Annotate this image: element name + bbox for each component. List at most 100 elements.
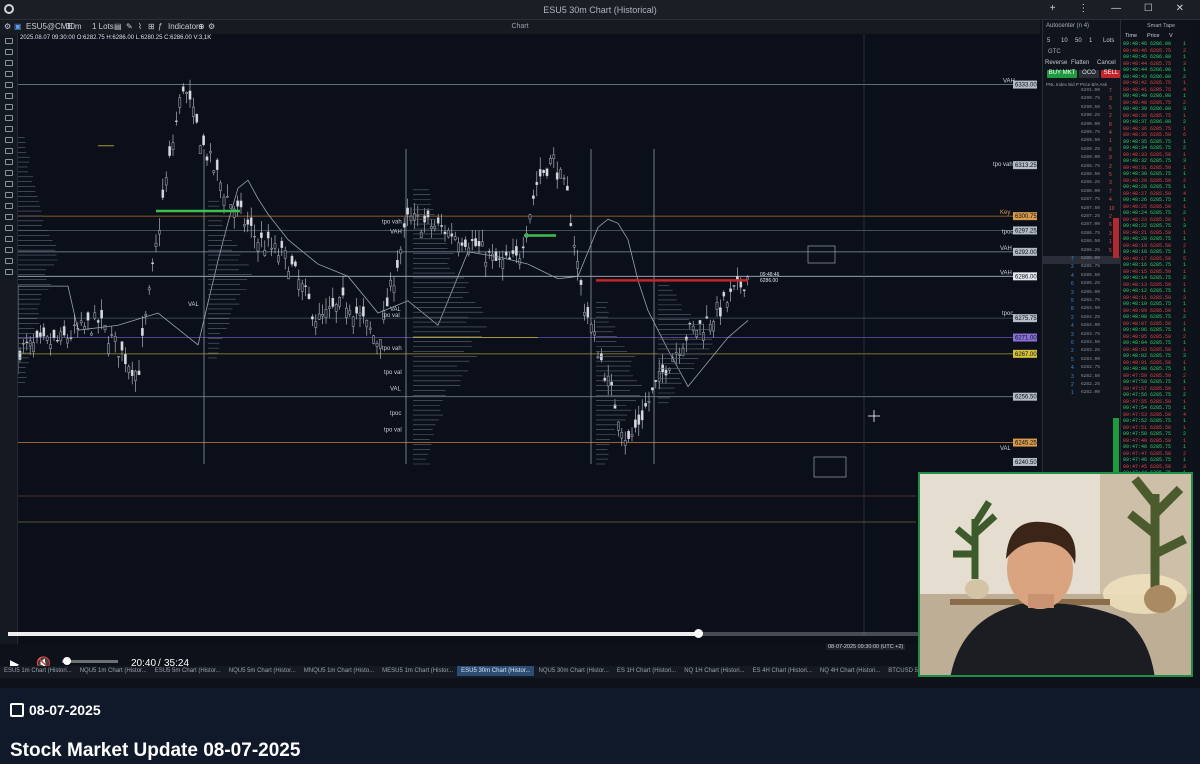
buy-market-button[interactable]: BUY MKT: [1047, 70, 1077, 78]
dom-price: 6290.25: [1081, 113, 1100, 119]
chart-tab[interactable]: MNQU5 1m Chart (Histo...: [300, 666, 378, 676]
dom-row[interactable]: 6289.00 9: [1043, 155, 1121, 163]
rect-tool-icon[interactable]: [4, 104, 13, 110]
tape-volume: 1: [1183, 216, 1187, 223]
dom-row[interactable]: 6283.75 3: [1043, 332, 1121, 340]
qty-button[interactable]: 10: [1061, 38, 1068, 44]
video-progress-bar[interactable]: [8, 629, 918, 638]
chart-tab[interactable]: NQU5 30m Chart (Histor...: [534, 666, 612, 676]
dom-ladder[interactable]: 6291.00 7 6290.75 3 6290.50 5 6290.25 2 6290.00 8…: [1043, 88, 1121, 480]
price-chart[interactable]: 2025.08.07 09:30:00 O:6282.75 H:6286.00 …: [18, 34, 1040, 644]
dom-row[interactable]: 6285.00 3: [1043, 290, 1121, 298]
dom-row[interactable]: 6282.25 2: [1043, 382, 1121, 390]
magnet-tool-icon[interactable]: [4, 181, 13, 187]
chart-tab[interactable]: BTCUSD 5m Chart (Histo...: [884, 666, 918, 676]
qty-button[interactable]: Lots: [1103, 38, 1114, 44]
dom-row[interactable]: 6290.50 5: [1043, 105, 1121, 113]
dom-row[interactable]: 6287.75 4: [1043, 197, 1121, 205]
qty-button[interactable]: 5: [1047, 38, 1050, 44]
qty-button[interactable]: 50: [1075, 38, 1082, 44]
drawing-tools-sidebar[interactable]: [0, 34, 18, 644]
chart-canvas[interactable]: 6333.00 6313.25 6300.75 6297.25 6292.00 6286.…: [18, 34, 1040, 644]
dom-row[interactable]: 6287.50 10: [1043, 206, 1121, 214]
oco-button[interactable]: OCO: [1079, 70, 1099, 78]
dom-row[interactable]: 6289.50 1: [1043, 138, 1121, 146]
chart-tab[interactable]: ES 1H Chart (Histori...: [613, 666, 680, 676]
dom-row[interactable]: 6285.75 2: [1043, 264, 1121, 272]
text-tool-icon[interactable]: [4, 126, 13, 132]
chart-tab[interactable]: MESU5 1m Chart (Histor...: [378, 666, 457, 676]
crosshair-tool-icon[interactable]: [4, 49, 13, 55]
dom-row[interactable]: 6284.50 8: [1043, 306, 1121, 314]
dom-row[interactable]: 6289.75 4: [1043, 130, 1121, 138]
dom-row[interactable]: 6288.75 2: [1043, 164, 1121, 172]
pin-tool-icon[interactable]: [4, 236, 13, 242]
sell-market-button[interactable]: SELL: [1101, 70, 1121, 78]
tape-list[interactable]: 09:48:46 6286.00 1 09:48:46 6285.75 2 09:48:…: [1123, 41, 1193, 477]
video-scrubber-handle[interactable]: [693, 629, 703, 638]
chart-tab[interactable]: ESU5 1m Chart (Histori...: [0, 666, 76, 676]
line-tool-icon[interactable]: [4, 60, 13, 66]
qty-button[interactable]: 1: [1089, 38, 1092, 44]
dom-row[interactable]: 6291.00 7: [1043, 88, 1121, 96]
dom-row[interactable]: 6285.25 6: [1043, 281, 1121, 289]
dom-row[interactable]: 6283.25 2: [1043, 348, 1121, 356]
dom-row[interactable]: 6288.50 5: [1043, 172, 1121, 180]
dom-row[interactable]: 6287.00 6: [1043, 222, 1121, 230]
dom-row[interactable]: 6286.75 3: [1043, 231, 1121, 239]
volume-handle[interactable]: [63, 657, 71, 665]
eye-tool-icon[interactable]: [4, 203, 13, 209]
lock-tool-icon[interactable]: [4, 192, 13, 198]
vline-tool-icon[interactable]: [4, 93, 13, 99]
chart-tab[interactable]: ESU5 30m Chart (Histor...: [457, 666, 535, 676]
tif-selector[interactable]: GTC: [1048, 49, 1061, 55]
brush-tool-icon[interactable]: [4, 159, 13, 165]
cursor-tool-icon[interactable]: [4, 38, 13, 44]
chart-tab[interactable]: NQ 1H Chart (Histori...: [680, 666, 748, 676]
dom-row[interactable]: 6286.25 5: [1043, 248, 1121, 256]
dom-row[interactable]: 6282.00 1: [1043, 390, 1121, 398]
more-tool-icon[interactable]: [4, 269, 13, 275]
window-controls[interactable]: + ⋮ — ☐ ✕: [1050, 3, 1194, 14]
chart-tab[interactable]: NQ 4H Chart (Histori...: [816, 666, 884, 676]
hline-tool-icon[interactable]: [4, 82, 13, 88]
dom-row[interactable]: 6290.25 2: [1043, 113, 1121, 121]
arrow-tool-icon[interactable]: [4, 137, 13, 143]
dom-row[interactable]: 6284.25 2: [1043, 315, 1121, 323]
dom-row[interactable]: 6290.75 3: [1043, 96, 1121, 104]
note-tool-icon[interactable]: [4, 258, 13, 264]
profile-tool-icon[interactable]: [4, 225, 13, 231]
chart-tab[interactable]: ES 4H Chart (Histori...: [749, 666, 816, 676]
dom-row[interactable]: 6282.50 3: [1043, 374, 1121, 382]
dom-row[interactable]: 6285.50 4: [1043, 273, 1121, 281]
measure-tool-icon[interactable]: [4, 148, 13, 154]
ray-tool-icon[interactable]: [4, 71, 13, 77]
video-player[interactable]: ESU5 30m Chart (Historical) + ⋮ — ☐ ✕ ⚙ …: [0, 0, 1200, 688]
dom-panel[interactable]: Autocenter (n 4) GTC 5 10 50 1 Lots Reverse F…: [1042, 20, 1121, 480]
dom-row[interactable]: 6283.00 5: [1043, 357, 1121, 365]
candle-body: [715, 302, 719, 310]
dom-row[interactable]: 6287.25 2: [1043, 214, 1121, 222]
dom-row[interactable]: 6282.75 4: [1043, 365, 1121, 373]
fib-tool-icon[interactable]: [4, 115, 13, 121]
dom-row[interactable]: 6286.00 7: [1043, 256, 1121, 264]
chart-tab[interactable]: NQU5 1m Chart (Histor...: [76, 666, 151, 676]
dom-action-button[interactable]: Cancel: [1097, 60, 1116, 66]
dom-row[interactable]: 6289.25 6: [1043, 147, 1121, 155]
dom-action-button[interactable]: Flatten: [1071, 60, 1089, 66]
dom-row[interactable]: 6288.00 7: [1043, 189, 1121, 197]
smart-tape-panel[interactable]: Smart Tape Time Price V 09:48:46 6286.00…: [1120, 20, 1192, 480]
dom-row[interactable]: 6286.50 1: [1043, 239, 1121, 247]
dom-row[interactable]: 6288.25 3: [1043, 180, 1121, 188]
dom-row[interactable]: 6290.00 8: [1043, 122, 1121, 130]
alert-tool-icon[interactable]: [4, 247, 13, 253]
level-label: tpo val: [384, 427, 402, 433]
dom-row[interactable]: 6284.75 5: [1043, 298, 1121, 306]
chart-tab[interactable]: NQU5 5m Chart (Histor...: [225, 666, 300, 676]
trash-tool-icon[interactable]: [4, 214, 13, 220]
dom-row[interactable]: 6284.00 4: [1043, 323, 1121, 331]
dom-row[interactable]: 6283.50 6: [1043, 340, 1121, 348]
dom-action-button[interactable]: Reverse: [1045, 60, 1067, 66]
zoom-tool-icon[interactable]: [4, 170, 13, 176]
chart-tab[interactable]: ESU5 5m Chart (Histor...: [151, 666, 225, 676]
